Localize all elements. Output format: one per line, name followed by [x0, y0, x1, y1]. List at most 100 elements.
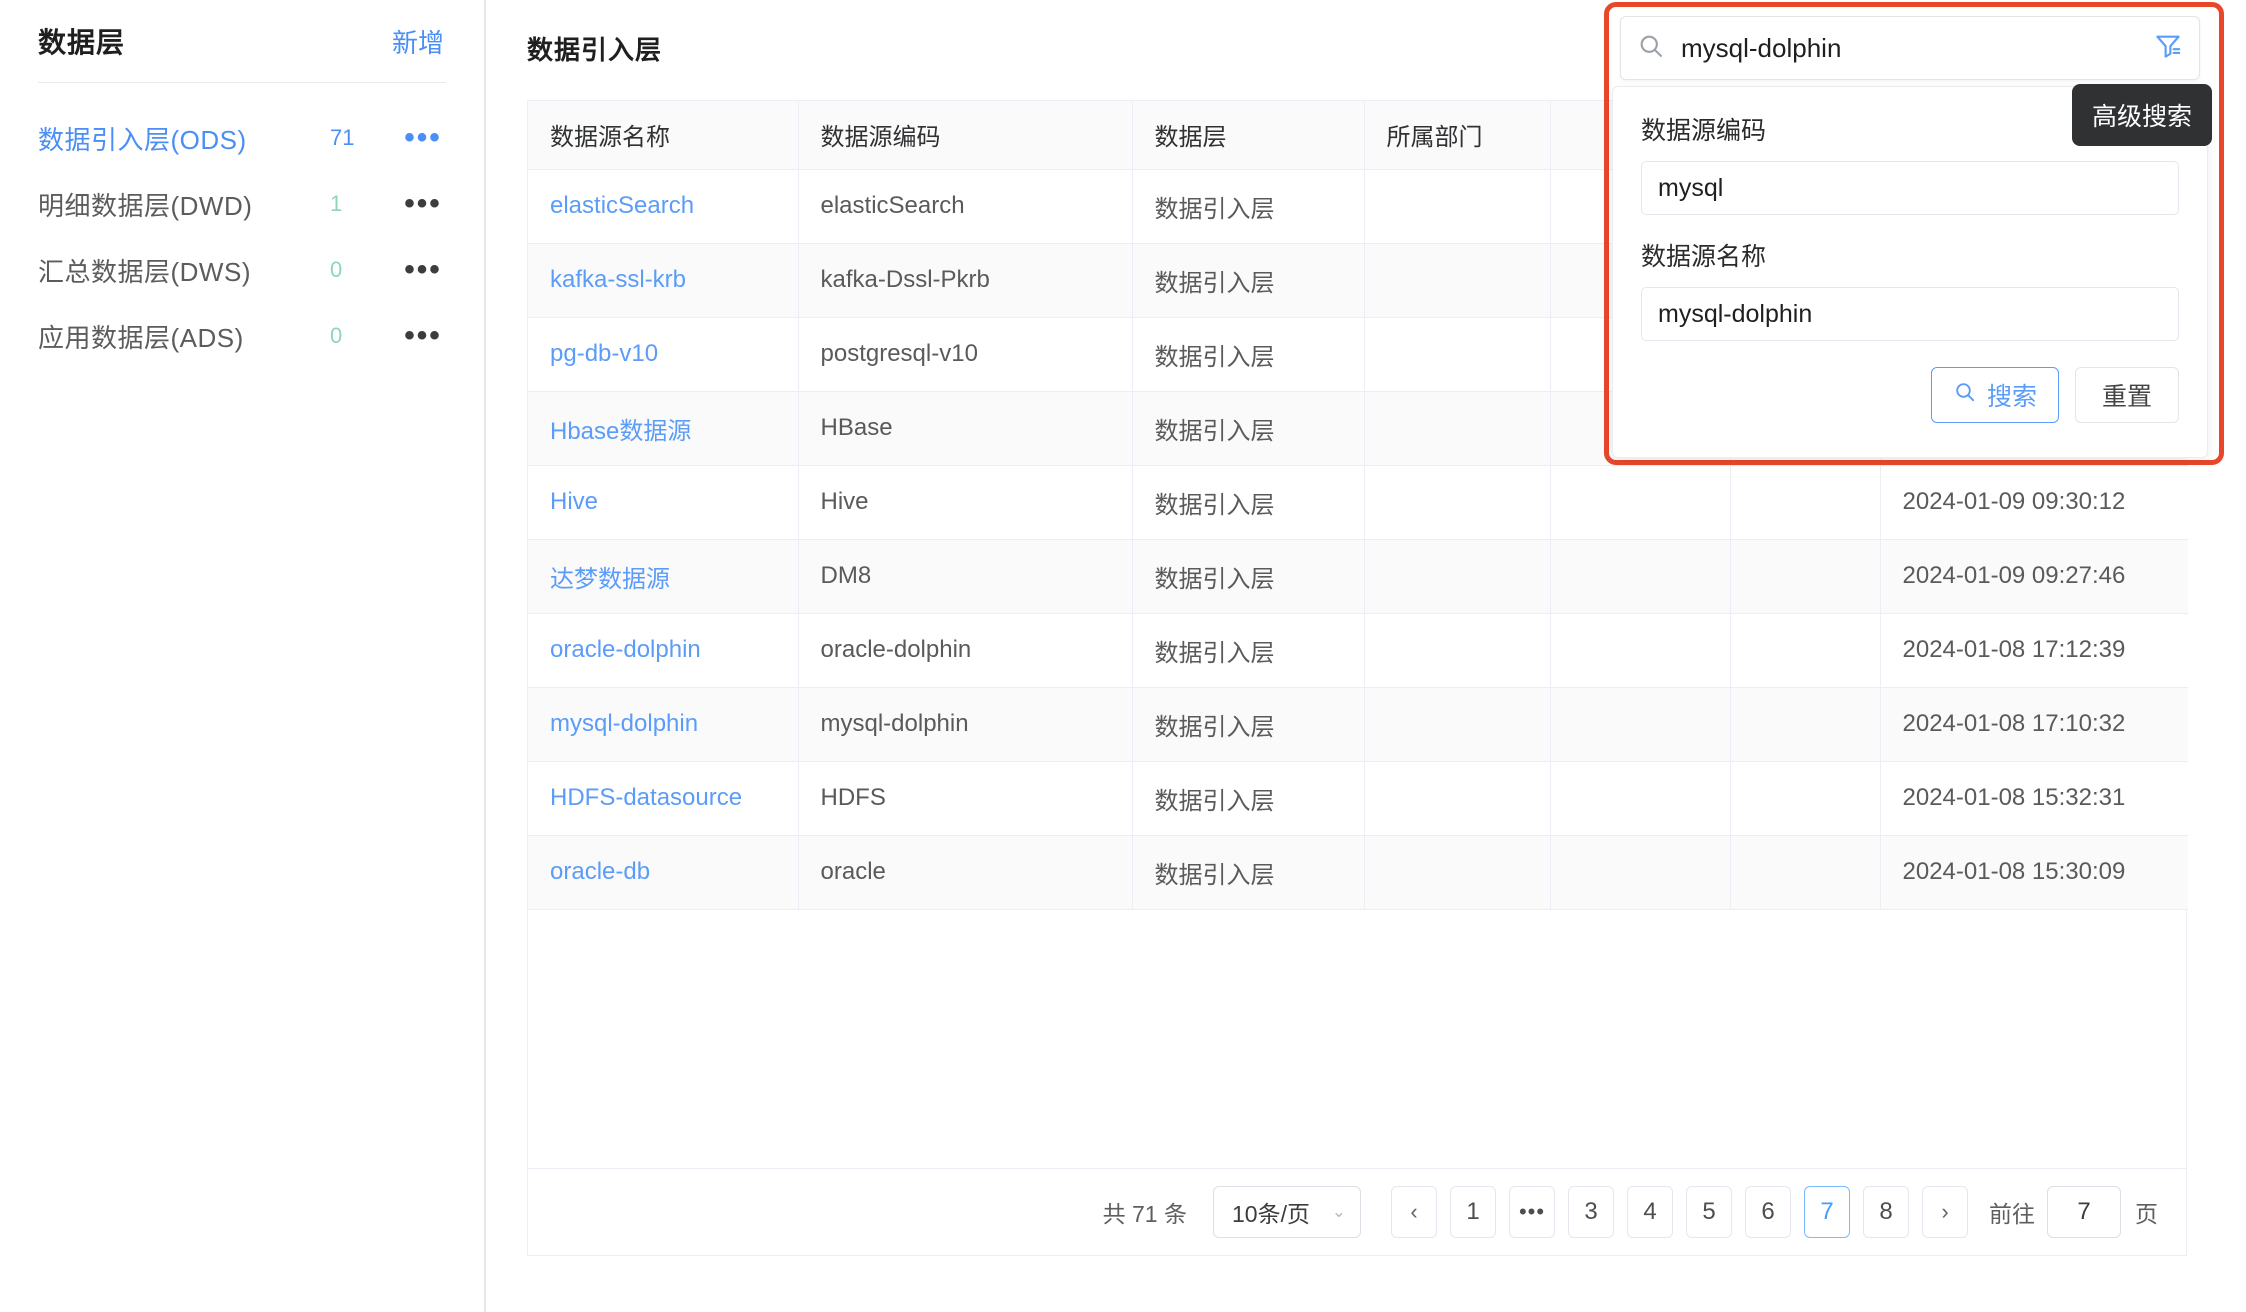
cell-datasource-name[interactable]: oracle-dolphin	[528, 613, 798, 687]
page-number-button[interactable]: 4	[1627, 1186, 1673, 1238]
sidebar-item-count: 1	[314, 191, 400, 217]
cell-extra-2	[1730, 465, 1880, 539]
cell-data-layer: 数据引入层	[1132, 613, 1364, 687]
goto-label: 前往	[1989, 1195, 2035, 1229]
table-row[interactable]: oracle-dboracle数据引入层2024-01-08 15:30:09	[528, 835, 2188, 909]
search-icon	[1953, 380, 1977, 411]
page-number-button[interactable]: 6	[1745, 1186, 1791, 1238]
cell-extra-2	[1730, 613, 1880, 687]
prev-page-button[interactable]: ‹	[1391, 1186, 1437, 1238]
cell-datasource-name-text[interactable]: Hbase数据源	[550, 418, 691, 445]
search-submit-button[interactable]: 搜索	[1931, 367, 2059, 423]
more-horizontal-icon[interactable]: •••	[400, 199, 446, 209]
advanced-search-tooltip: 高级搜索	[2072, 84, 2212, 146]
goto-page-input[interactable]	[2047, 1186, 2121, 1238]
page-number-button[interactable]: 3	[1568, 1186, 1614, 1238]
cell-datasource-code: DM8	[798, 539, 1132, 613]
cell-datasource-name[interactable]: mysql-dolphin	[528, 687, 798, 761]
cell-datasource-name-text[interactable]: oracle-dolphin	[550, 636, 701, 663]
cell-datasource-code: oracle-dolphin	[798, 613, 1132, 687]
table-row[interactable]: 达梦数据源 DM8 数据引入层 2024-01-09 09:27:46	[528, 539, 2188, 613]
reset-button[interactable]: 重置	[2075, 367, 2179, 423]
cell-datasource-name[interactable]: pg-db-v10	[528, 317, 798, 391]
more-horizontal-icon[interactable]: •••	[400, 265, 446, 275]
cell-department	[1364, 539, 1550, 613]
cell-datasource-code: HDFS	[798, 761, 1132, 835]
datasource-name-input[interactable]	[1641, 287, 2179, 341]
cell-department	[1364, 835, 1550, 909]
cell-update-time: 2024-01-08 17:12:39	[1880, 613, 2188, 687]
cell-datasource-name-text[interactable]: HDFS-datasource	[550, 784, 742, 811]
cell-datasource-name-text[interactable]: elasticSearch	[550, 192, 694, 219]
data-layer-sidebar: 数据层 新增 数据引入层(ODS) 71 ••• 明细数据层(DWD) 1 ••…	[0, 0, 486, 1312]
cell-data-layer-text: 数据引入层	[1155, 270, 1275, 297]
cell-datasource-code-text: Hive	[821, 488, 869, 515]
add-layer-button[interactable]: 新增	[392, 23, 444, 60]
more-horizontal-icon[interactable]: •••	[400, 331, 446, 341]
sidebar-item-dwd[interactable]: 明细数据层(DWD) 1 •••	[0, 171, 484, 237]
cell-datasource-name-text[interactable]: oracle-db	[550, 858, 650, 885]
filter-icon[interactable]	[2153, 31, 2183, 66]
cell-extra-1	[1550, 465, 1730, 539]
cell-datasource-code-text: mysql-dolphin	[821, 710, 969, 737]
cell-update-time: 2024-01-08 17:10:32	[1880, 687, 2188, 761]
cell-data-layer: 数据引入层	[1132, 391, 1364, 465]
cell-datasource-name[interactable]: 达梦数据源	[528, 539, 798, 613]
sidebar-item-ods[interactable]: 数据引入层(ODS) 71 •••	[0, 105, 484, 171]
page-size-select[interactable]: 10条/页 ⌄	[1213, 1186, 1361, 1238]
data-layer-list: 数据引入层(ODS) 71 ••• 明细数据层(DWD) 1 ••• 汇总数据层…	[0, 83, 484, 369]
cell-datasource-name-text[interactable]: mysql-dolphin	[550, 710, 698, 737]
cell-datasource-name-text[interactable]: 达梦数据源	[550, 566, 670, 593]
cell-datasource-code-text: DM8	[821, 562, 872, 589]
cell-extra-1	[1550, 539, 1730, 613]
cell-datasource-name[interactable]: Hive	[528, 465, 798, 539]
search-input-box[interactable]: mysql-dolphin	[1620, 16, 2200, 80]
cell-datasource-code: mysql-dolphin	[798, 687, 1132, 761]
cell-datasource-name[interactable]: kafka-ssl-krb	[528, 243, 798, 317]
table-row[interactable]: oracle-dolphinoracle-dolphin数据引入层2024-01…	[528, 613, 2188, 687]
cell-update-time-text: 2024-01-08 17:12:39	[1903, 636, 2126, 663]
page-number-button[interactable]: 1	[1450, 1186, 1496, 1238]
datasource-code-input[interactable]	[1641, 161, 2179, 215]
cell-datasource-code-text: HDFS	[821, 784, 886, 811]
cell-data-layer: 数据引入层	[1132, 317, 1364, 391]
cell-data-layer-text: 数据引入层	[1155, 714, 1275, 741]
sidebar-item-ads[interactable]: 应用数据层(ADS) 0 •••	[0, 303, 484, 369]
column-header-name[interactable]: 数据源名称	[528, 101, 798, 169]
cell-datasource-name[interactable]: HDFS-datasource	[528, 761, 798, 835]
sidebar-item-count: 71	[314, 125, 400, 151]
page-number-list: 1 ••• 345678	[1450, 1186, 1922, 1238]
cell-datasource-name-text[interactable]: Hive	[550, 488, 598, 515]
goto-unit-label: 页	[2135, 1195, 2158, 1229]
sidebar-item-label: 汇总数据层(DWS)	[38, 252, 314, 289]
cell-update-time: 2024-01-09 09:27:46	[1880, 539, 2188, 613]
page-number-button[interactable]: 5	[1686, 1186, 1732, 1238]
column-header-code[interactable]: 数据源编码	[798, 101, 1132, 169]
datasource-name-label: 数据源名称	[1641, 237, 2179, 273]
more-horizontal-icon[interactable]: •••	[400, 133, 446, 143]
sidebar-item-dws[interactable]: 汇总数据层(DWS) 0 •••	[0, 237, 484, 303]
cell-datasource-name-text[interactable]: kafka-ssl-krb	[550, 266, 686, 293]
cell-datasource-code-text: HBase	[821, 414, 893, 441]
cell-datasource-name[interactable]: elasticSearch	[528, 169, 798, 243]
page-size-value: 10条/页	[1232, 1195, 1310, 1229]
page-number-button[interactable]: 7	[1804, 1186, 1850, 1238]
table-row[interactable]: mysql-dolphin mysql-dolphin 数据引入层 2024-01-0…	[528, 687, 2188, 761]
sidebar-title: 数据层	[38, 21, 125, 61]
next-page-button[interactable]: ›	[1922, 1186, 1968, 1238]
table-row[interactable]: HDFS-datasourceHDFS数据引入层2024-01-08 15:32…	[528, 761, 2188, 835]
page-ellipsis-button[interactable]: •••	[1509, 1186, 1555, 1238]
cell-data-layer-text: 数据引入层	[1155, 492, 1275, 519]
column-header-layer[interactable]: 数据层	[1132, 101, 1364, 169]
cell-datasource-name[interactable]: Hbase数据源	[528, 391, 798, 465]
table-row[interactable]: HiveHive数据引入层2024-01-09 09:30:12	[528, 465, 2188, 539]
cell-datasource-name[interactable]: oracle-db	[528, 835, 798, 909]
cell-data-layer: 数据引入层	[1132, 761, 1364, 835]
cell-datasource-name-text[interactable]: pg-db-v10	[550, 340, 658, 367]
cell-data-layer: 数据引入层	[1132, 539, 1364, 613]
search-input-value: mysql-dolphin	[1681, 33, 2153, 64]
page-number-button[interactable]: 8	[1863, 1186, 1909, 1238]
cell-data-layer-text: 数据引入层	[1155, 566, 1275, 593]
column-header-dept[interactable]: 所属部门	[1364, 101, 1550, 169]
cell-data-layer: 数据引入层	[1132, 243, 1364, 317]
